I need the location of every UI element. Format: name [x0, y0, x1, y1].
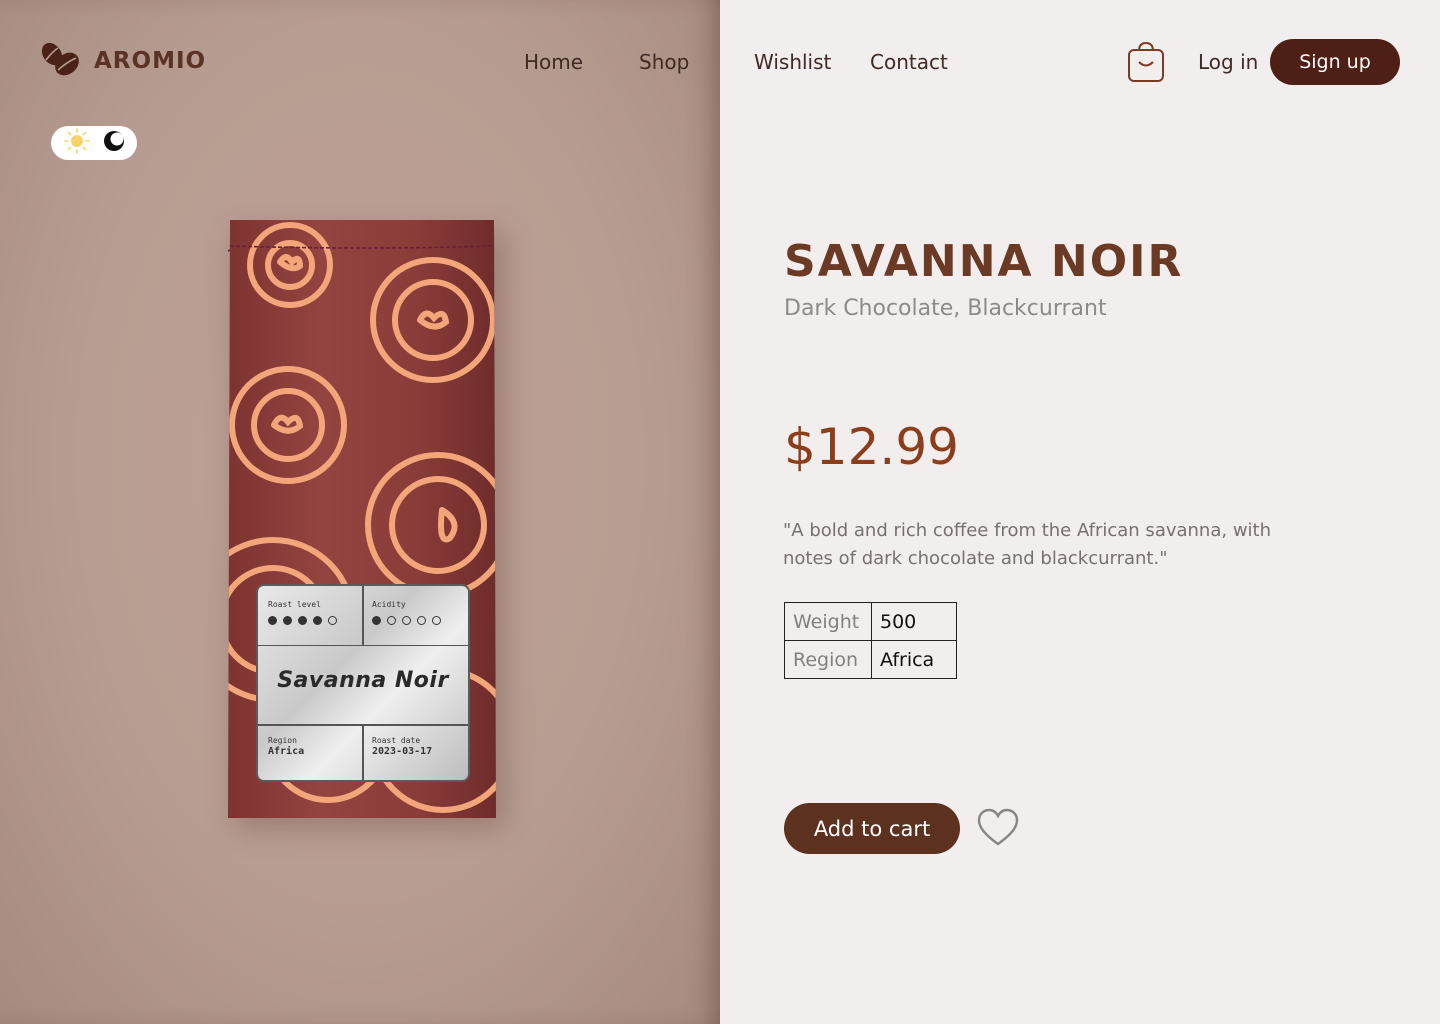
heart-icon[interactable] [976, 808, 1020, 848]
brand-name: AROMIO [94, 48, 207, 74]
table-row: Region Africa [784, 640, 957, 679]
roast-date-label: Roast date [372, 736, 421, 745]
nav-home[interactable]: Home [524, 50, 583, 74]
table-row: Weight 500 [784, 602, 957, 641]
acidity-label: Acidity [372, 600, 406, 609]
theme-toggle[interactable] [51, 126, 137, 160]
nav-shop[interactable]: Shop [639, 50, 689, 74]
product-specs-table: Weight 500 Region Africa [784, 602, 957, 679]
product-description: "A bold and rich coffee from the African… [783, 520, 1272, 569]
spec-key: Region [784, 640, 872, 679]
login-link[interactable]: Log in [1198, 50, 1258, 74]
product-notes: Dark Chocolate, Blackcurrant [784, 296, 1107, 321]
sun-icon[interactable] [63, 128, 90, 158]
bag-label: Roast level Acidity Savanna Noir Region … [256, 584, 470, 782]
product-info-panel [720, 0, 1440, 1024]
roast-level-label: Roast level [268, 600, 321, 609]
spec-value: 500 [871, 602, 957, 641]
coffee-bean-icon [40, 40, 82, 82]
add-to-cart-button[interactable]: Add to cart [784, 803, 960, 854]
signup-button[interactable]: Sign up [1270, 39, 1400, 85]
acidity-dots [372, 616, 441, 625]
product-price: $12.99 [784, 418, 959, 476]
nav-wishlist[interactable]: Wishlist [754, 50, 831, 74]
spec-value: Africa [871, 640, 957, 679]
region-label: Region [268, 736, 297, 745]
spec-key: Weight [784, 602, 872, 641]
shopping-bag-icon[interactable] [1126, 40, 1166, 84]
nav-contact[interactable]: Contact [870, 50, 948, 74]
moon-icon[interactable] [103, 130, 125, 156]
region-value: Africa [268, 746, 305, 757]
bag-label-name: Savanna Noir [277, 668, 449, 693]
roast-level-dots [268, 616, 337, 625]
roast-date-value: 2023-03-17 [372, 746, 433, 757]
product-title: SAVANNA NOIR [784, 236, 1184, 287]
logo[interactable]: AROMIO [40, 40, 206, 82]
